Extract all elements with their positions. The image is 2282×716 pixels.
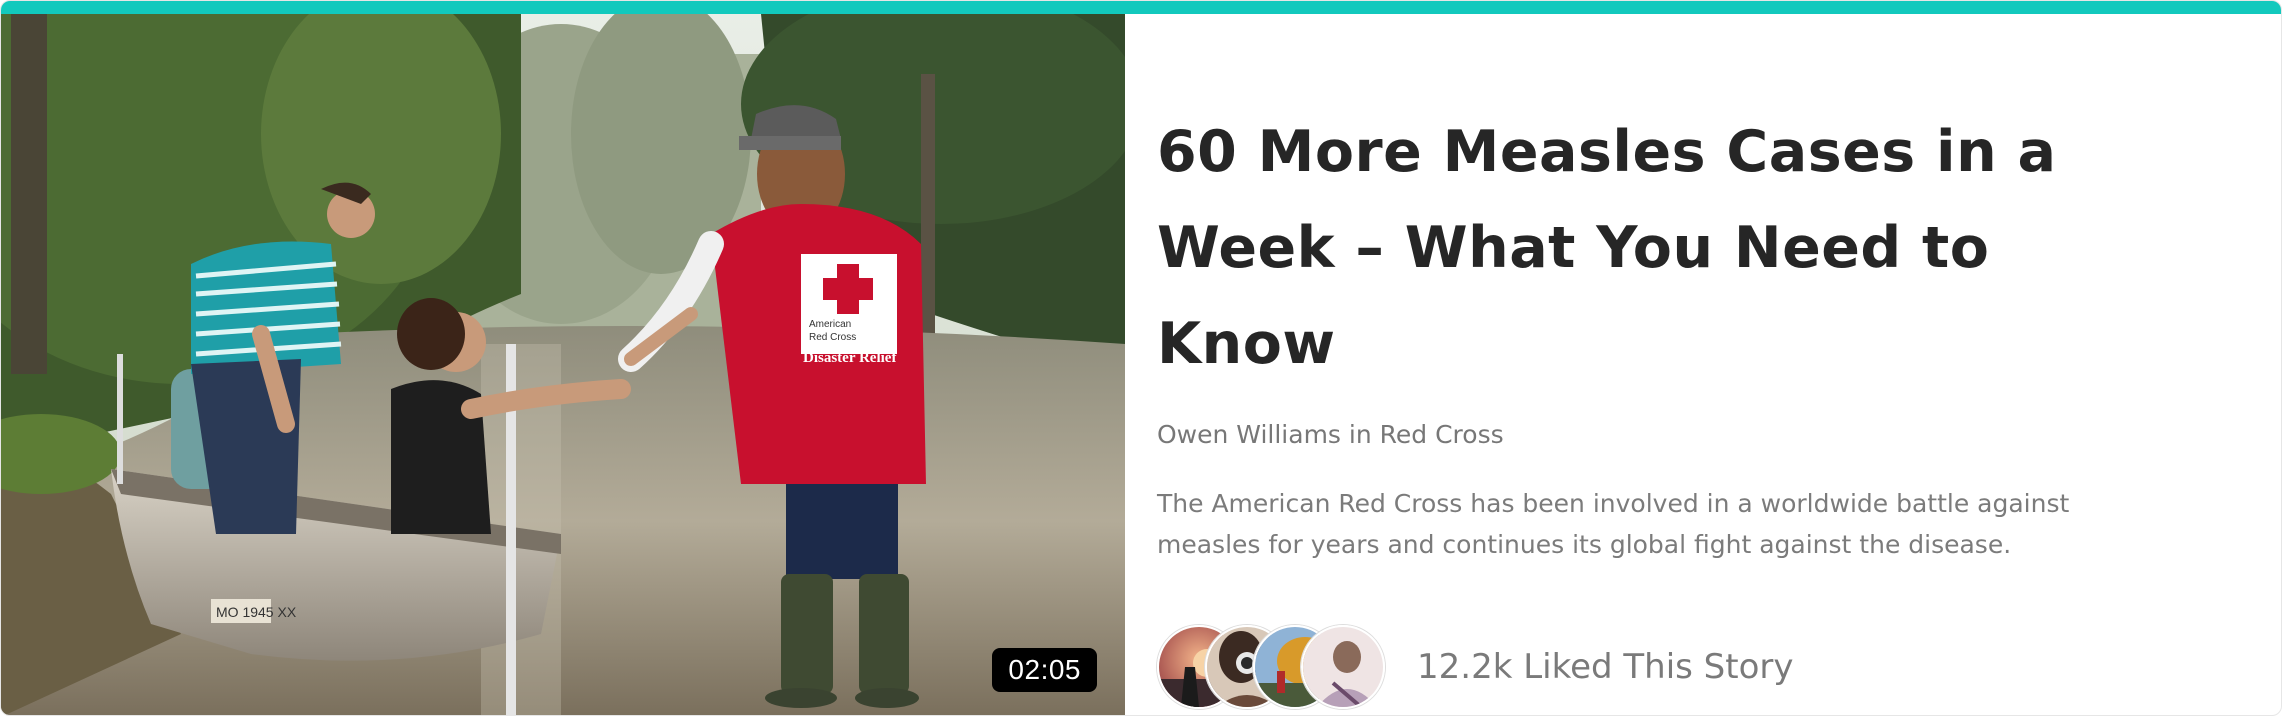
boat-number-text: MO 1945 XX <box>216 604 297 620</box>
avatar-woman-portrait-icon[interactable] <box>1301 625 1385 709</box>
article-excerpt: The American Red Cross has been involved… <box>1157 489 2070 559</box>
liker-avatars[interactable] <box>1157 625 1385 709</box>
article-content: 60 More Measles Cases in a Week – What Y… <box>1157 14 2157 709</box>
article-byline: Owen Williams in Red Cross <box>1157 420 2157 449</box>
vest-text-american: American <box>809 319 851 330</box>
vest-text-red-cross: Red Cross <box>809 332 856 343</box>
byline-in-label: in <box>1348 420 1372 449</box>
article-title[interactable]: 60 More Measles Cases in a Week – What Y… <box>1157 104 2157 392</box>
story-card[interactable]: MO 1945 XX American Red Cross Disaster R… <box>0 0 2282 716</box>
likes-count-text: 12.2k Liked This Story <box>1417 647 1794 687</box>
likes-row: 12.2k Liked This Story <box>1157 625 2157 709</box>
author-name[interactable]: Owen Williams <box>1157 420 1341 449</box>
vest-text-disaster-relief: Disaster Relief <box>803 350 897 366</box>
video-thumbnail[interactable]: MO 1945 XX American Red Cross Disaster R… <box>1 14 1125 715</box>
category-link[interactable]: Red Cross <box>1380 420 1504 449</box>
video-duration-badge: 02:05 <box>992 648 1097 692</box>
flood-rescue-photo: MO 1945 XX American Red Cross Disaster R… <box>1 14 1125 715</box>
accent-top-bar <box>1 1 2281 14</box>
